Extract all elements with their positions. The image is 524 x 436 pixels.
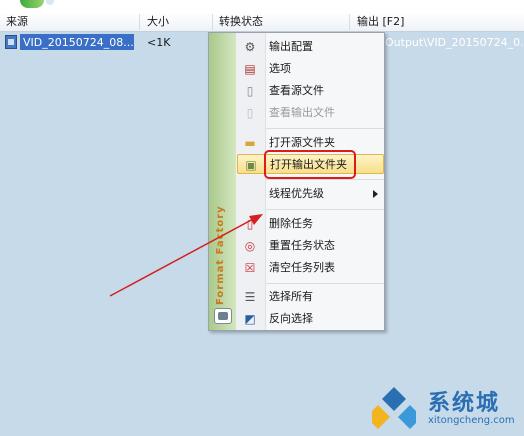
menu-item-label: 查看源文件 bbox=[269, 84, 324, 97]
watermark-text: 系统城 bbox=[428, 391, 501, 416]
folder-open-icon: ▣ bbox=[245, 158, 257, 172]
menu-item-view-output[interactable]: ▯ 查看输出文件 bbox=[237, 103, 384, 123]
context-menu: Format Factory ⚙ 输出配置 ▤ 选项 ▯ 查看源文件 ▯ 查看输… bbox=[208, 32, 385, 331]
column-divider[interactable] bbox=[349, 14, 350, 30]
clear-list-icon: ☒ bbox=[244, 261, 256, 275]
menu-item-delete-task[interactable]: ▯ 删除任务 bbox=[237, 214, 384, 234]
task-source-name: VID_20150724_08... bbox=[23, 36, 133, 49]
options-icon: ▤ bbox=[244, 62, 256, 76]
invert-selection-icon: ◩ bbox=[244, 312, 256, 326]
document-icon: ▯ bbox=[246, 106, 254, 120]
menu-item-label: 输出配置 bbox=[269, 40, 313, 53]
video-file-icon bbox=[5, 35, 17, 49]
app-logo-accent bbox=[46, 0, 54, 5]
menu-item-label: 删除任务 bbox=[269, 217, 313, 230]
menu-item-label: 打开源文件夹 bbox=[269, 136, 335, 149]
highlight-ring bbox=[264, 150, 356, 179]
submenu-arrow-icon bbox=[373, 190, 378, 198]
task-list-header: 来源 大小 转换状态 输出 [F2] bbox=[0, 12, 524, 32]
delete-icon: ▯ bbox=[246, 217, 254, 231]
column-status[interactable]: 转换状态 bbox=[219, 15, 263, 29]
menu-item-thread-priority[interactable]: 线程优先级 bbox=[237, 184, 384, 204]
task-output-path: Output\VID_20150724_0... bbox=[385, 36, 524, 49]
app-logo bbox=[20, 0, 44, 8]
menu-brand-text: Format Factory bbox=[215, 205, 226, 305]
menu-item-invert-selection[interactable]: ◩ 反向选择 bbox=[237, 309, 384, 329]
column-divider[interactable] bbox=[212, 14, 213, 30]
folder-icon: ▬ bbox=[244, 136, 256, 150]
watermark: 系统城 xitongcheng.com bbox=[372, 383, 522, 433]
gear-icon: ⚙ bbox=[244, 40, 256, 54]
column-divider[interactable] bbox=[139, 14, 140, 30]
menu-item-label: 选择所有 bbox=[269, 290, 313, 303]
menu-item-label: 反向选择 bbox=[269, 312, 313, 325]
format-factory-logo-icon bbox=[214, 308, 232, 324]
menu-item-label: 重置任务状态 bbox=[269, 239, 335, 252]
menu-item-label: 选项 bbox=[269, 62, 291, 75]
document-icon: ▯ bbox=[246, 84, 254, 98]
menu-item-reset-status[interactable]: ◎ 重置任务状态 bbox=[237, 236, 384, 256]
menu-item-label: 清空任务列表 bbox=[269, 261, 335, 274]
watermark-logo-icon bbox=[372, 387, 416, 429]
menu-item-output-config[interactable]: ⚙ 输出配置 bbox=[237, 37, 384, 57]
menu-item-options[interactable]: ▤ 选项 bbox=[237, 59, 384, 79]
column-output[interactable]: 输出 [F2] bbox=[357, 15, 404, 29]
menu-separator bbox=[266, 209, 384, 210]
column-source[interactable]: 来源 bbox=[6, 15, 28, 29]
column-size[interactable]: 大小 bbox=[147, 15, 169, 29]
menu-separator bbox=[266, 283, 384, 284]
menu-item-select-all[interactable]: ☰ 选择所有 bbox=[237, 287, 384, 307]
menu-separator bbox=[266, 179, 384, 180]
watermark-url: xitongcheng.com bbox=[428, 415, 515, 426]
menu-item-clear-list[interactable]: ☒ 清空任务列表 bbox=[237, 258, 384, 278]
menu-item-view-source[interactable]: ▯ 查看源文件 bbox=[237, 81, 384, 101]
menu-item-label: 查看输出文件 bbox=[269, 106, 335, 119]
reset-icon: ◎ bbox=[244, 239, 256, 253]
select-all-icon: ☰ bbox=[244, 290, 256, 304]
menu-separator bbox=[266, 128, 384, 129]
app-top-strip bbox=[0, 0, 524, 12]
menu-item-label: 线程优先级 bbox=[269, 187, 324, 200]
task-size: <1K bbox=[147, 36, 171, 49]
